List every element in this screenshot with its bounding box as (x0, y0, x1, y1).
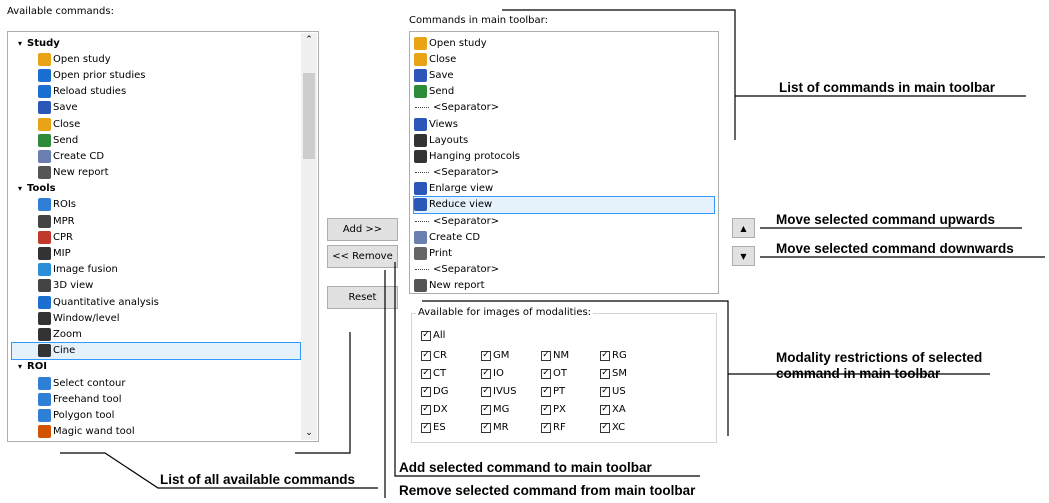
annotation-list-main-toolbar: List of commands in main toolbar (779, 80, 996, 95)
annotation-add-command: Add selected command to main toolbar (399, 460, 652, 475)
annotation-modality-line1: Modality restrictions of selected (776, 350, 983, 365)
annotation-move-down: Move selected command downwards (776, 241, 1014, 256)
annotation-list-all: List of all available commands (160, 472, 356, 487)
annotation-move-up: Move selected command upwards (776, 212, 996, 227)
annotation-remove-command: Remove selected command from main toolba… (399, 483, 696, 498)
annotation-modality-line2: command in main toolbar (776, 366, 941, 381)
